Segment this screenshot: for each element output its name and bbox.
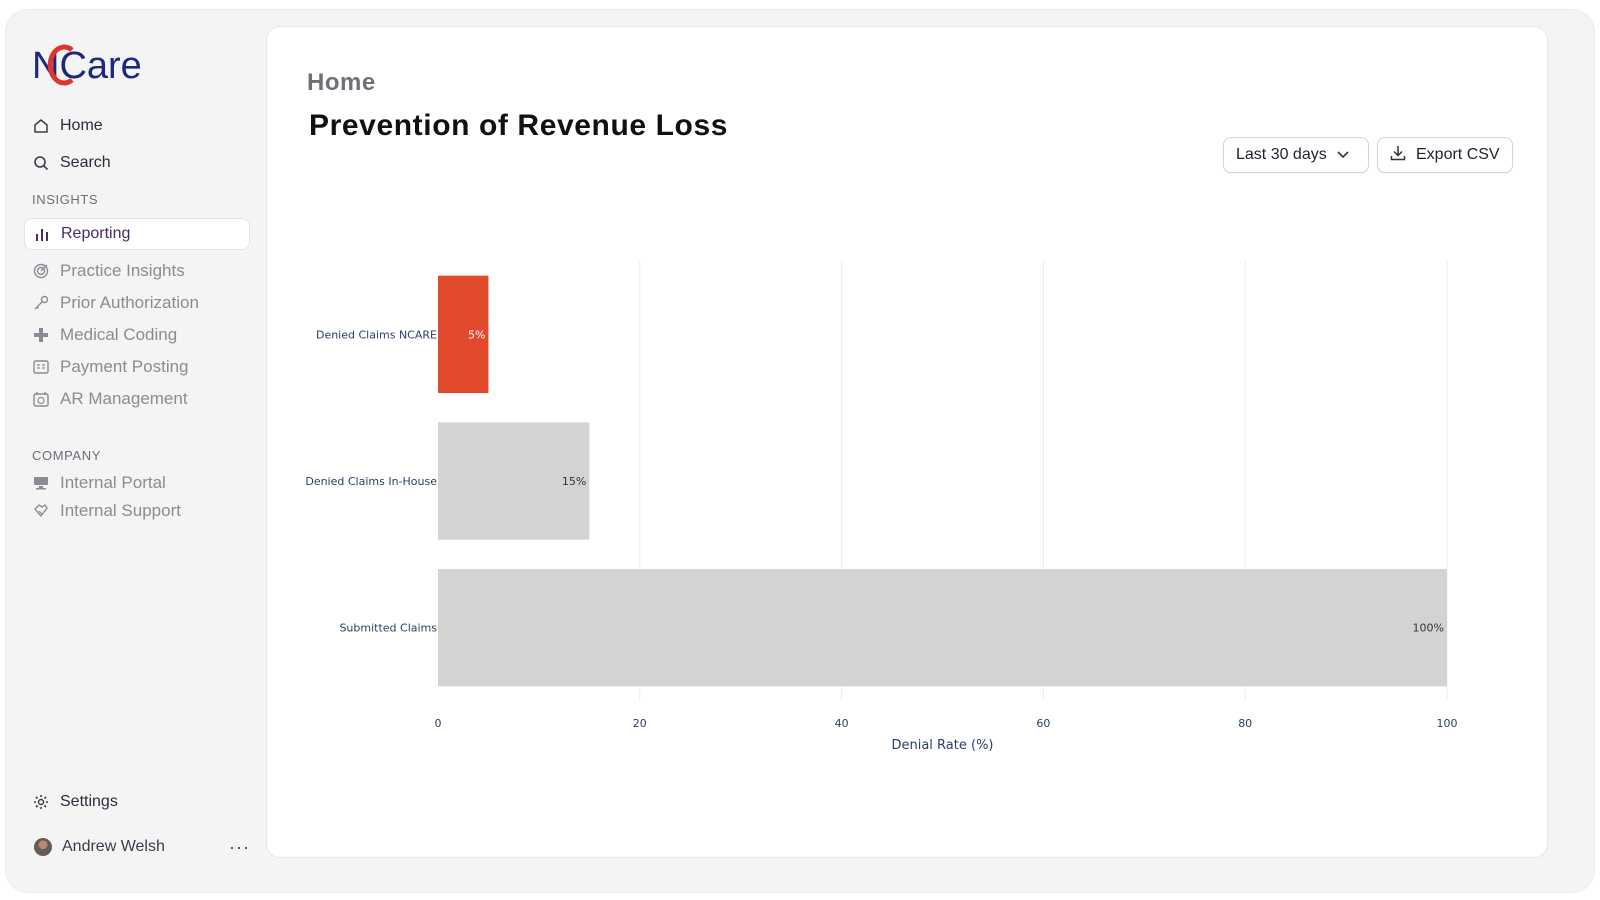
bar <box>438 422 590 540</box>
nav-search-label: Search <box>60 154 111 171</box>
y-tick-label: Denied Claims In-House <box>305 475 437 488</box>
bar-value-label: 15% <box>562 475 586 488</box>
nav-settings-label: Settings <box>60 793 118 810</box>
gear-icon <box>32 793 50 811</box>
nav-settings[interactable]: Settings <box>24 786 250 818</box>
home-icon <box>32 117 50 135</box>
nav-reporting[interactable]: Reporting <box>24 218 250 250</box>
nav-reporting-label: Reporting <box>61 225 131 242</box>
bar <box>438 275 489 393</box>
user-name: Andrew Welsh <box>62 838 165 855</box>
date-range-label: Last 30 days <box>1236 146 1327 163</box>
export-csv-label: Export CSV <box>1416 146 1500 163</box>
calendar-dollar-icon <box>32 390 50 408</box>
y-tick-label: Denied Claims NCARE <box>316 328 437 341</box>
nav-ar-management-label: AR Management <box>60 389 188 408</box>
app-window: NCare Home Search INSIGHTS Reporting Pra… <box>6 10 1594 892</box>
date-range-dropdown[interactable]: Last 30 days <box>1223 137 1369 173</box>
nav-prior-authorization-label: Prior Authorization <box>60 293 199 312</box>
nav-practice-insights-label: Practice Insights <box>60 261 185 280</box>
bar-value-label: 5% <box>468 328 485 341</box>
nav-practice-insights[interactable]: Practice Insights <box>24 255 250 287</box>
handshake-icon <box>32 502 50 520</box>
chevron-down-icon <box>1337 146 1349 164</box>
monitor-icon <box>32 474 50 492</box>
nav-internal-support-label: Internal Support <box>60 501 181 520</box>
x-tick-label: 20 <box>633 717 647 730</box>
main-panel: Home Prevention of Revenue Loss Last 30 … <box>266 26 1548 858</box>
nav-home-label: Home <box>60 117 103 134</box>
bar <box>438 569 1447 687</box>
breadcrumb[interactable]: Home <box>307 69 376 97</box>
bar-value-label: 100% <box>1413 622 1444 635</box>
avatar[interactable] <box>34 838 52 856</box>
x-tick-label: 60 <box>1036 717 1050 730</box>
ncare-logo[interactable]: NCare <box>32 38 142 88</box>
plus-icon <box>32 326 50 344</box>
download-icon <box>1390 145 1406 166</box>
receipt-icon <box>32 358 50 376</box>
x-tick-label: 40 <box>835 717 849 730</box>
x-tick-label: 80 <box>1238 717 1252 730</box>
x-axis-title: Denial Rate (%) <box>891 738 993 753</box>
bar-chart-icon <box>33 225 51 243</box>
nav-internal-portal-label: Internal Portal <box>60 473 166 492</box>
search-icon <box>32 154 50 172</box>
nav-payment-posting[interactable]: Payment Posting <box>24 351 250 383</box>
nav-payment-posting-label: Payment Posting <box>60 357 189 376</box>
more-options-icon[interactable]: ··· <box>229 837 250 858</box>
nav-home[interactable]: Home <box>24 110 250 142</box>
export-csv-button[interactable]: Export CSV <box>1377 137 1513 173</box>
nav-prior-authorization[interactable]: Prior Authorization <box>24 287 250 319</box>
key-icon <box>32 294 50 312</box>
insights-section-label: INSIGHTS <box>32 192 99 207</box>
company-section-label: COMPANY <box>32 448 101 463</box>
user-row[interactable]: Andrew Welsh ··· <box>30 832 250 862</box>
sidebar: NCare Home Search INSIGHTS Reporting Pra… <box>6 10 264 892</box>
nav-search[interactable]: Search <box>24 147 250 179</box>
y-tick-label: Submitted Claims <box>339 622 437 635</box>
nav-medical-coding[interactable]: Medical Coding <box>24 319 250 351</box>
x-tick-label: 0 <box>435 717 442 730</box>
page-title: Prevention of Revenue Loss <box>309 109 729 142</box>
target-icon <box>32 262 50 280</box>
nav-internal-support[interactable]: Internal Support <box>24 495 250 527</box>
x-tick-label: 100 <box>1437 717 1458 730</box>
nav-medical-coding-label: Medical Coding <box>60 325 178 344</box>
nav-ar-management[interactable]: AR Management <box>24 383 250 415</box>
